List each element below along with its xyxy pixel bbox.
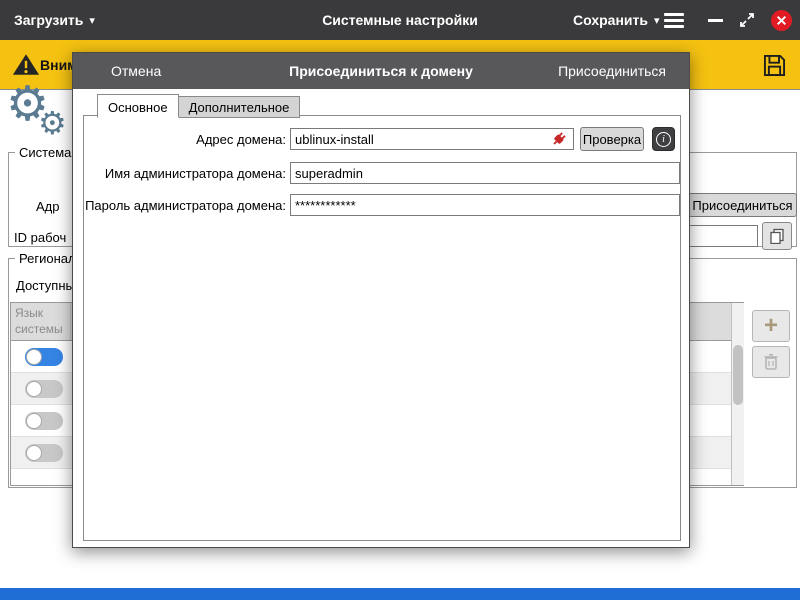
- expand-icon: [740, 13, 754, 27]
- domain-address-input[interactable]: [290, 128, 574, 150]
- gears-icon: ⚙ ⚙: [6, 76, 67, 142]
- scrollbar-thumb[interactable]: [733, 345, 743, 405]
- language-toggle[interactable]: [25, 443, 63, 462]
- admin-name-input[interactable]: [290, 162, 680, 184]
- language-toggle[interactable]: [25, 411, 63, 430]
- join-domain-dialog: Отмена Присоединиться к домену Присоедин…: [72, 52, 690, 548]
- toggle-knob: [26, 348, 42, 365]
- bottom-status-bar: [0, 588, 800, 600]
- admin-password-input[interactable]: [290, 194, 680, 216]
- minimize-button[interactable]: [708, 19, 723, 22]
- domain-address-label: Адрес домена:: [196, 132, 286, 147]
- languages-scrollbar[interactable]: [731, 303, 744, 485]
- copy-icon: [770, 228, 784, 244]
- system-settings-window: Загрузить ▾ Системные настройки Сохранит…: [0, 0, 800, 600]
- topbar: Загрузить ▾ Системные настройки Сохранит…: [0, 0, 800, 40]
- floppy-icon: [763, 54, 785, 76]
- language-toggle[interactable]: [25, 379, 63, 398]
- trash-icon: [764, 353, 778, 370]
- add-language-button[interactable]: +: [752, 310, 790, 342]
- admin-password-label: Пароль администратора домена:: [85, 198, 286, 213]
- available-languages-label: Доступны: [16, 278, 72, 293]
- system-group-label: Система: [15, 145, 76, 160]
- save-menu-label: Сохранить: [573, 12, 648, 28]
- copy-button[interactable]: [762, 222, 792, 250]
- close-icon: [776, 15, 787, 26]
- language-toggle[interactable]: [25, 347, 63, 366]
- dialog-header: Отмена Присоединиться к домену Присоедин…: [73, 53, 689, 89]
- fullscreen-button[interactable]: [739, 12, 755, 28]
- disconnected-plug-icon: [550, 130, 568, 153]
- join-domain-background-button[interactable]: Присоединиться: [688, 193, 797, 217]
- tab-panel-general: Адрес домена: Проверка i Имя администрат…: [83, 115, 681, 541]
- close-button[interactable]: [771, 10, 792, 31]
- chevron-down-icon: ▾: [653, 13, 660, 27]
- info-button[interactable]: i: [652, 127, 675, 151]
- save-menu-button[interactable]: Сохранить ▾: [573, 0, 660, 40]
- save-config-button[interactable]: [756, 48, 792, 82]
- dialog-tabs: Основное Дополнительное: [97, 94, 301, 118]
- tab-additional[interactable]: Дополнительное: [177, 96, 301, 118]
- regional-group-label: Регионал: [15, 251, 80, 266]
- address-label: Адр: [36, 199, 60, 214]
- workstation-id-label: ID рабоч: [14, 230, 67, 245]
- toggle-knob: [26, 444, 42, 461]
- menu-icon[interactable]: [664, 13, 684, 31]
- toggle-knob: [26, 412, 42, 429]
- admin-name-label: Имя администратора домена:: [104, 166, 286, 181]
- add-icon: +: [763, 312, 778, 339]
- dialog-join-button[interactable]: Присоединиться: [558, 53, 666, 89]
- language-column-header: Язык системы: [11, 303, 71, 340]
- check-button[interactable]: Проверка: [580, 127, 644, 151]
- tab-general[interactable]: Основное: [97, 94, 179, 118]
- delete-language-button[interactable]: [752, 346, 790, 378]
- info-icon: i: [656, 131, 671, 147]
- toggle-knob: [26, 380, 42, 397]
